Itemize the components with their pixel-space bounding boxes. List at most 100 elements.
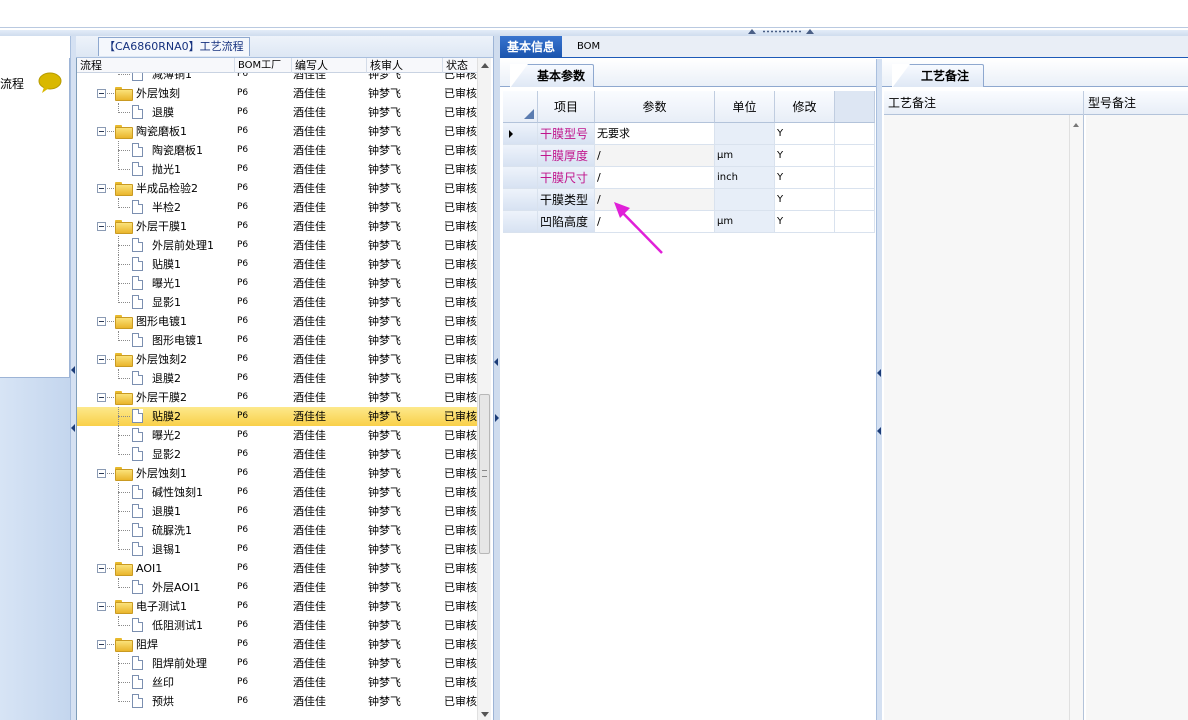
tree-row[interactable]: 半成品检验2 P6 酒佳佳 钟梦飞 已审核 [77,179,477,198]
tree-row[interactable]: 退锡1 P6 酒佳佳 钟梦飞 已审核 [77,540,477,559]
col-header-modify[interactable]: 修改 [775,91,835,123]
param-modify-cell[interactable]: Y [775,211,835,233]
tree-node[interactable]: 退锡1 [77,540,232,559]
collapse-tree-icon[interactable] [494,358,498,366]
tree-node[interactable]: AOI1 [77,559,232,578]
param-unit-cell[interactable]: μm [715,145,775,167]
collapse-node-icon[interactable] [97,564,106,573]
expand-tree-icon[interactable] [495,414,499,422]
tree-row[interactable]: 电子测试1 P6 酒佳佳 钟梦飞 已审核 [77,597,477,616]
collapse-node-icon[interactable] [97,469,106,478]
param-value-cell[interactable]: 无要求 [595,123,715,145]
tree-row[interactable]: 半检2 P6 酒佳佳 钟梦飞 已审核 [77,198,477,217]
tree-node[interactable]: 贴膜1 [77,255,232,274]
col-header-bom[interactable]: BOM工厂 [235,58,292,73]
param-unit-cell[interactable] [715,189,775,211]
tree-node[interactable]: 抛光1 [77,160,232,179]
tree-node[interactable]: 阻焊 [77,635,232,654]
process-notes-textarea[interactable] [884,115,1084,720]
tree-node[interactable]: 显影1 [77,293,232,312]
tree-row[interactable]: 碱性蚀刻1 P6 酒佳佳 钟梦飞 已审核 [77,483,477,502]
tree-node[interactable]: 预烘 [77,692,232,711]
tree-row[interactable]: 退膜2 P6 酒佳佳 钟梦飞 已审核 [77,369,477,388]
tab-process-notes[interactable]: 工艺备注 [892,64,985,88]
collapse-node-icon[interactable] [97,317,106,326]
tree-row[interactable]: 抛光1 P6 酒佳佳 钟梦飞 已审核 [77,160,477,179]
tree-row[interactable]: 预烘 P6 酒佳佳 钟梦飞 已审核 [77,692,477,711]
tree-node[interactable]: 减薄铜1 [77,73,232,84]
col-header-writer[interactable]: 编写人 [292,58,367,73]
tree-node[interactable]: 外层蚀刻2 [77,350,232,369]
tree-node[interactable]: 外层蚀刻 [77,84,232,103]
collapse-grip-icon[interactable] [748,29,818,35]
param-unit-cell[interactable]: inch [715,167,775,189]
row-indicator[interactable] [503,167,538,189]
tree-node[interactable]: 显影2 [77,445,232,464]
tree-scrollbar[interactable] [477,58,491,720]
params-row[interactable]: 干膜类型 / Y [503,189,875,211]
tree-node[interactable]: 贴膜2 [77,407,232,426]
tree-row[interactable]: 外层蚀刻1 P6 酒佳佳 钟梦飞 已审核 [77,464,477,483]
tree-row[interactable]: 硫脲洗1 P6 酒佳佳 钟梦飞 已审核 [77,521,477,540]
tree-row[interactable]: 外层干膜1 P6 酒佳佳 钟梦飞 已审核 [77,217,477,236]
tree-row[interactable]: 图形电镀1 P6 酒佳佳 钟梦飞 已审核 [77,312,477,331]
collapse-left-icon[interactable] [71,366,75,374]
expand-notes-icon[interactable] [877,427,881,435]
collapse-node-icon[interactable] [97,127,106,136]
tree-node[interactable]: 碱性蚀刻1 [77,483,232,502]
collapse-node-icon[interactable] [97,89,106,98]
tree-node[interactable]: 陶瓷磨板1 [77,141,232,160]
collapse-node-icon[interactable] [97,393,106,402]
tree-row[interactable]: 陶瓷磨板1 P6 酒佳佳 钟梦飞 已审核 [77,141,477,160]
tree-node[interactable]: 外层干膜2 [77,388,232,407]
middle-splitter[interactable] [493,36,500,720]
tree-row[interactable]: 陶瓷磨板1 P6 酒佳佳 钟梦飞 已审核 [77,122,477,141]
params-row[interactable]: 凹陷高度 / μm Y [503,211,875,233]
tree-node[interactable]: 丝印 [77,673,232,692]
collapse-node-icon[interactable] [97,355,106,364]
param-modify-cell[interactable]: Y [775,189,835,211]
param-modify-cell[interactable]: Y [775,167,835,189]
tree-row[interactable]: 贴膜2 P6 酒佳佳 钟梦飞 已审核 [77,407,477,426]
tree-row[interactable]: 低阻测试1 P6 酒佳佳 钟梦飞 已审核 [77,616,477,635]
param-unit-cell[interactable]: μm [715,211,775,233]
col-header-status[interactable]: 状态 [443,58,477,73]
params-row[interactable]: 干膜尺寸 / inch Y [503,167,875,189]
tree-node[interactable]: 陶瓷磨板1 [77,122,232,141]
scroll-up-icon[interactable] [481,63,489,68]
tree-node[interactable]: 半成品检验2 [77,179,232,198]
params-row[interactable]: 干膜厚度 / μm Y [503,145,875,167]
tree-row[interactable]: 显影1 P6 酒佳佳 钟梦飞 已审核 [77,293,477,312]
col-header-reviewer[interactable]: 核审人 [367,58,443,73]
model-notes-textarea[interactable] [1086,115,1188,720]
tree-row[interactable]: 外层AOI1 P6 酒佳佳 钟梦飞 已审核 [77,578,477,597]
tree-node[interactable]: 退膜2 [77,369,232,388]
tree-row[interactable]: 外层蚀刻2 P6 酒佳佳 钟梦飞 已审核 [77,350,477,369]
param-value-cell[interactable]: / [595,145,715,167]
tree-title-tab[interactable]: 【CA6860RNA0】工艺流程 [98,37,250,56]
tree-node[interactable]: 硫脲洗1 [77,521,232,540]
tree-node[interactable]: 曝光1 [77,274,232,293]
tab-basic-info[interactable]: 基本信息 [500,36,563,58]
tree-row[interactable]: 退膜1 P6 酒佳佳 钟梦飞 已审核 [77,502,477,521]
params-row[interactable]: 干膜型号 无要求 Y [503,123,875,145]
tree-node[interactable]: 低阻测试1 [77,616,232,635]
row-indicator[interactable] [503,123,538,145]
chat-bubble-icon[interactable] [38,72,62,94]
tree-row[interactable]: 图形电镀1 P6 酒佳佳 钟梦飞 已审核 [77,331,477,350]
tree-node[interactable]: 图形电镀1 [77,331,232,350]
tab-bom[interactable]: BOM [570,36,607,58]
tree-row[interactable]: 丝印 P6 酒佳佳 钟梦飞 已审核 [77,673,477,692]
tree-row[interactable]: 贴膜1 P6 酒佳佳 钟梦飞 已审核 [77,255,477,274]
row-indicator[interactable] [503,145,538,167]
scroll-down-icon[interactable] [481,712,489,717]
param-value-cell[interactable]: / [595,167,715,189]
col-header-item[interactable]: 项目 [538,91,595,123]
collapse-node-icon[interactable] [97,184,106,193]
tree-node[interactable]: 外层干膜1 [77,217,232,236]
collapse-left-icon-2[interactable] [71,424,75,432]
tree-node[interactable]: 电子测试1 [77,597,232,616]
collapse-notes-icon[interactable] [877,369,881,377]
row-indicator[interactable] [503,211,538,233]
tree-row[interactable]: 外层蚀刻 P6 酒佳佳 钟梦飞 已审核 [77,84,477,103]
